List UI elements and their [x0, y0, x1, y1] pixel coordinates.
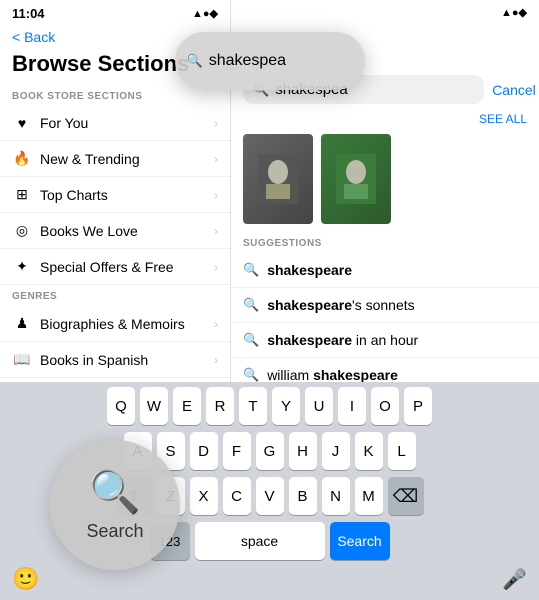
suggestions-header: SUGGESTIONS — [231, 232, 539, 253]
menu-label-trending: New & Trending — [40, 151, 214, 167]
search-suggest-icon-4: 🔍 — [243, 367, 259, 383]
spanish-icon: 📖 — [12, 351, 32, 368]
key-g[interactable]: G — [256, 432, 284, 470]
chevron-icon: › — [214, 317, 218, 331]
menu-label-special-offers: Special Offers & Free — [40, 259, 214, 275]
menu-item-biographies[interactable]: ♟ Biographies & Memoirs › — [0, 306, 230, 342]
search-circle-overlay-left[interactable]: 🔍 Search — [50, 440, 180, 570]
key-e[interactable]: E — [173, 387, 201, 425]
chart-icon: ⊞ — [12, 186, 32, 203]
key-v[interactable]: V — [256, 477, 284, 515]
key-r[interactable]: R — [206, 387, 234, 425]
chevron-icon: › — [214, 188, 218, 202]
love-icon: ◎ — [12, 222, 32, 239]
suggestion-text-4: william shakespeare — [267, 367, 398, 383]
key-d[interactable]: D — [190, 432, 218, 470]
key-t[interactable]: T — [239, 387, 267, 425]
search-bar-highlight-overlay: 🔍 shakespea — [175, 32, 365, 90]
key-w[interactable]: W — [140, 387, 168, 425]
menu-item-special-offers[interactable]: ✦ Special Offers & Free › — [0, 249, 230, 285]
see-all-row: SEE ALL — [231, 112, 539, 130]
search-circle-label: Search — [86, 521, 143, 542]
menu-item-books-we-love[interactable]: ◎ Books We Love › — [0, 213, 230, 249]
chevron-icon: › — [214, 224, 218, 238]
menu-item-trending[interactable]: 🔥 New & Trending › — [0, 141, 230, 177]
menu-label-top-charts: Top Charts — [40, 187, 214, 203]
key-n[interactable]: N — [322, 477, 350, 515]
offers-icon: ✦ — [12, 258, 32, 275]
search-bar-highlighted[interactable]: 🔍 shakespea — [175, 52, 365, 70]
key-h[interactable]: H — [289, 432, 317, 470]
see-all-button[interactable]: SEE ALL — [479, 112, 527, 126]
chevron-icon: › — [214, 353, 218, 367]
magnifier-large-icon: 🔍 — [89, 468, 141, 517]
delete-key[interactable]: ⌫ — [388, 477, 424, 515]
search-key[interactable]: Search — [330, 522, 390, 560]
heart-icon: ♥ — [12, 115, 32, 131]
emoji-button[interactable]: 🙂 — [12, 566, 39, 592]
menu-item-books-spanish[interactable]: 📖 Books in Spanish › — [0, 342, 230, 378]
menu-label-books-spanish: Books in Spanish — [40, 352, 214, 368]
shakespeare-portrait-1 — [258, 154, 298, 204]
search-input-value: shakespea — [209, 52, 286, 70]
suggestion-text-3: shakespeare in an hour — [267, 332, 418, 348]
space-key[interactable]: space — [195, 522, 325, 560]
signal-icons-right: ▲●◆ — [501, 6, 527, 19]
chevron-icon: › — [214, 116, 218, 130]
suggestion-text-1: shakespeare — [267, 262, 352, 278]
search-suggest-icon-3: 🔍 — [243, 332, 259, 348]
key-p[interactable]: P — [404, 387, 432, 425]
book-thumbnails — [231, 130, 539, 232]
chevron-icon: › — [214, 260, 218, 274]
key-x[interactable]: X — [190, 477, 218, 515]
key-y[interactable]: Y — [272, 387, 300, 425]
menu-label-for-you: For You — [40, 115, 214, 131]
right-panel: ▲●◆ 🔍 shakespea 🔍 Cancel SEE ALL — [231, 0, 539, 600]
chevron-icon: › — [214, 152, 218, 166]
key-i[interactable]: I — [338, 387, 366, 425]
key-k[interactable]: K — [355, 432, 383, 470]
status-bar-left: 11:04 ▲●◆ — [0, 0, 230, 25]
menu-label-biographies: Biographies & Memoirs — [40, 316, 214, 332]
key-f[interactable]: F — [223, 432, 251, 470]
key-u[interactable]: U — [305, 387, 333, 425]
search-icon-bar: 🔍 — [187, 53, 203, 69]
key-b[interactable]: B — [289, 477, 317, 515]
search-suggest-icon-2: 🔍 — [243, 297, 259, 313]
cancel-button[interactable]: Cancel — [492, 82, 536, 98]
key-o[interactable]: O — [371, 387, 399, 425]
menu-label-books-we-love: Books We Love — [40, 223, 214, 239]
signal-icons-left: ▲●◆ — [192, 7, 218, 20]
book-thumb-1[interactable] — [243, 134, 313, 224]
fire-icon: 🔥 — [12, 150, 32, 167]
suggestion-3[interactable]: 🔍 shakespeare in an hour — [231, 323, 539, 358]
suggestion-text-2: shakespeare's sonnets — [267, 297, 414, 313]
menu-item-for-you[interactable]: ♥ For You › — [0, 106, 230, 141]
key-l[interactable]: L — [388, 432, 416, 470]
key-m[interactable]: M — [355, 477, 383, 515]
search-suggest-icon-1: 🔍 — [243, 262, 259, 278]
shakespeare-portrait-2 — [336, 154, 376, 204]
suggestion-2[interactable]: 🔍 shakespeare's sonnets — [231, 288, 539, 323]
keyboard-row-1: Q W E R T Y U I O P — [0, 382, 539, 427]
key-q[interactable]: Q — [107, 387, 135, 425]
suggestion-1[interactable]: 🔍 shakespeare — [231, 253, 539, 288]
key-j[interactable]: J — [322, 432, 350, 470]
microphone-button[interactable]: 🎤 — [502, 567, 527, 592]
key-c[interactable]: C — [223, 477, 251, 515]
biographies-icon: ♟ — [12, 315, 32, 332]
keyboard-bottom-bar: 🙂 🎤 — [0, 562, 539, 600]
menu-item-top-charts[interactable]: ⊞ Top Charts › — [0, 177, 230, 213]
section-label-genres: GENRES — [0, 285, 230, 306]
status-bar-right: ▲●◆ — [231, 0, 539, 23]
book-thumb-2[interactable] — [321, 134, 391, 224]
time-display: 11:04 — [12, 6, 45, 21]
